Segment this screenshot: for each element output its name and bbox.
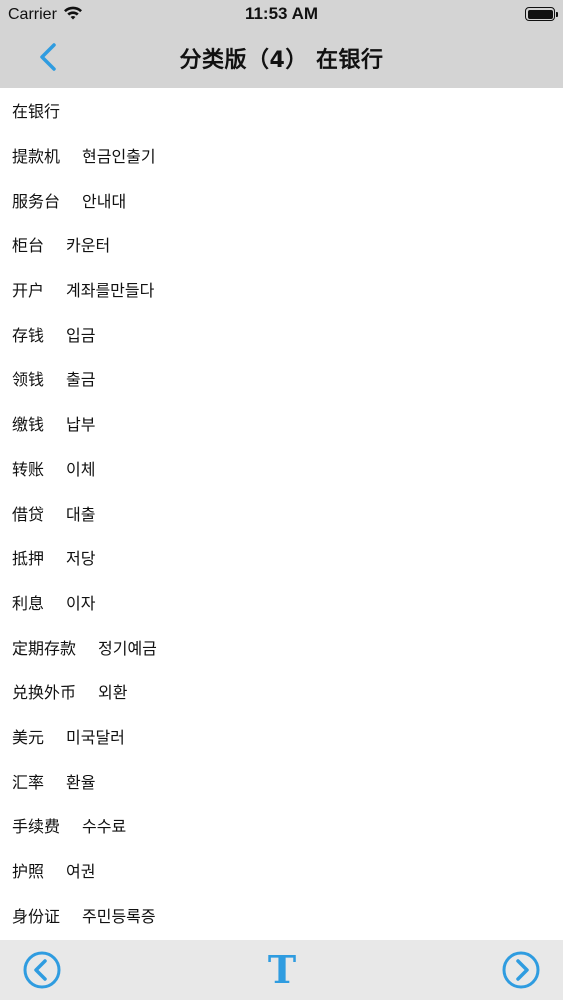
word-chinese: 开户	[12, 281, 45, 301]
word-list: 在银行提款机 현금인출기 服务台 안내대 柜台 카운터 开户 계좌를만들다 存钱 입금 领钱 출금 缴钱…	[0, 88, 563, 940]
word-chinese: 身份证	[12, 906, 61, 926]
list-item[interactable]: 美元 미국달러	[0, 714, 563, 759]
list-item[interactable]: 提款机 현금인출기	[0, 133, 563, 178]
battery-icon	[525, 7, 558, 21]
list-item[interactable]: 抵押 저당	[0, 535, 563, 580]
page-title: 分类版（4） 在银行	[179, 48, 384, 73]
list-item[interactable]: 柜台 카운터	[0, 222, 563, 267]
font-size-button[interactable]: T	[261, 948, 303, 992]
word-chinese: 转账	[12, 459, 45, 479]
list-item[interactable]: 领钱 출금	[0, 356, 563, 401]
list-item[interactable]: 开户 계좌를만들다	[0, 267, 563, 312]
word-korean: 환율	[66, 772, 96, 792]
word-korean: 현금인출기	[82, 147, 156, 167]
word-chinese: 存钱	[12, 325, 45, 345]
word-chinese: 定期存款	[12, 638, 77, 658]
word-chinese: 手续费	[12, 817, 61, 837]
word-korean: 주민등록증	[82, 906, 156, 926]
nav-bar: 分类版（4） 在银行	[0, 30, 563, 88]
list-item[interactable]: 转账 이체	[0, 446, 563, 491]
word-korean: 여권	[66, 862, 96, 882]
status-time: 11:53 AM	[244, 4, 319, 23]
word-korean: 카운터	[66, 236, 111, 256]
prev-page-button[interactable]	[22, 950, 62, 990]
list-item[interactable]: 缴钱 납부	[0, 401, 563, 446]
word-chinese: 抵押	[12, 549, 45, 569]
list-item[interactable]: 借贷 대출	[0, 490, 563, 535]
word-korean: 수수료	[82, 817, 127, 837]
word-korean: 외환	[98, 683, 128, 703]
word-korean: 정기예금	[98, 638, 157, 658]
word-chinese: 在银行	[12, 102, 61, 122]
word-korean: 미국달러	[66, 727, 125, 747]
list-item[interactable]: 在银行	[0, 88, 563, 133]
word-chinese: 利息	[12, 593, 45, 613]
next-page-button[interactable]	[501, 950, 541, 990]
bottom-toolbar: T	[0, 940, 563, 1000]
list-item[interactable]: 兑换外币 외환	[0, 669, 563, 714]
word-chinese: 美元	[12, 727, 45, 747]
word-chinese: 服务台	[12, 191, 61, 211]
word-chinese: 汇率	[12, 772, 45, 792]
list-item[interactable]: 定期存款 정기예금	[0, 624, 563, 669]
word-chinese: 护照	[12, 862, 45, 882]
list-item[interactable]: 存钱 입금	[0, 311, 563, 356]
word-chinese: 兑换外币	[12, 683, 77, 703]
word-korean: 대출	[66, 504, 96, 524]
word-chinese: 借贷	[12, 504, 45, 524]
text-size-icon: T	[267, 947, 297, 992]
word-korean: 안내대	[82, 191, 127, 211]
word-chinese: 提款机	[12, 147, 61, 167]
word-korean: 입금	[66, 325, 96, 345]
list-item[interactable]: 身份证 주민등록증	[0, 892, 563, 937]
list-item[interactable]: 护照 여권	[0, 848, 563, 893]
word-korean: 계좌를만들다	[66, 281, 155, 301]
word-korean: 저당	[66, 549, 96, 569]
word-chinese: 柜台	[12, 236, 45, 256]
status-bar: Carrier 11:53 AM	[0, 0, 563, 30]
word-korean: 이체	[66, 459, 96, 479]
circle-chevron-right-icon	[501, 951, 541, 994]
battery-level	[527, 9, 553, 19]
word-chinese: 领钱	[12, 370, 45, 390]
circle-chevron-left-icon	[22, 951, 62, 994]
word-korean: 이자	[66, 593, 96, 613]
list-item[interactable]: 利息 이자	[0, 580, 563, 625]
word-korean: 납부	[66, 415, 96, 435]
list-item[interactable]: 手续费 수수료	[0, 803, 563, 848]
list-item[interactable]: 汇率 환율	[0, 758, 563, 803]
word-korean: 출금	[66, 370, 96, 390]
list-item[interactable]: 服务台 안내대	[0, 177, 563, 222]
word-chinese: 缴钱	[12, 415, 45, 435]
